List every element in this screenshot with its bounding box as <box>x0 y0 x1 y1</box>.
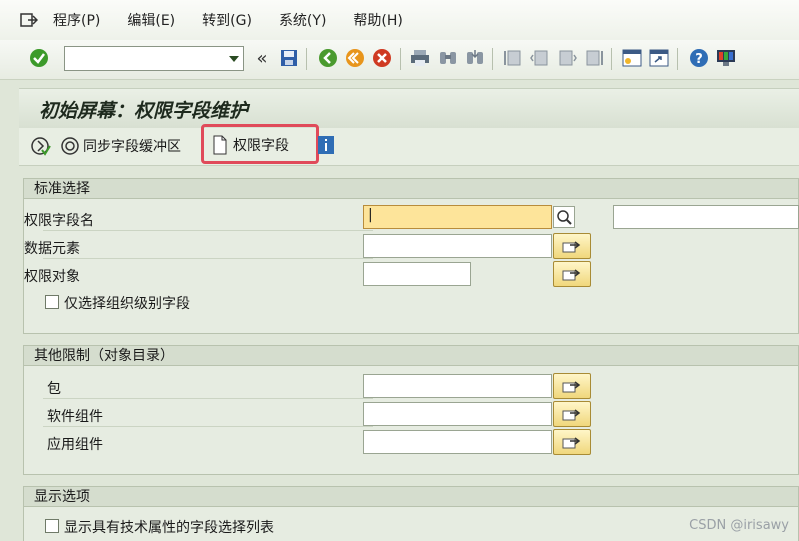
back-icon[interactable] <box>318 48 338 68</box>
multiple-selection-button[interactable] <box>553 429 591 455</box>
print-icon[interactable] <box>410 48 430 68</box>
multiple-selection-button[interactable] <box>553 373 591 399</box>
group-title: 标准选择 <box>24 179 798 199</box>
info-icon[interactable] <box>318 136 334 154</box>
last-page-icon[interactable] <box>584 48 604 68</box>
software-component-label: 软件组件 <box>47 409 103 425</box>
toolbar-separator <box>611 48 612 70</box>
auth-object-label: 权限对象 <box>24 269 80 285</box>
chevron-down-icon[interactable] <box>229 56 239 62</box>
svg-text:?: ? <box>695 52 703 67</box>
menu-edit[interactable]: 编辑(E) <box>127 10 175 30</box>
multiple-selection-button[interactable] <box>553 261 591 287</box>
toolbar-separator <box>306 48 307 70</box>
package-input[interactable] <box>363 374 552 398</box>
next-page-icon[interactable] <box>557 48 577 68</box>
new-session-icon[interactable] <box>622 48 642 68</box>
group-title: 显示选项 <box>24 487 798 507</box>
save-icon[interactable] <box>279 48 299 68</box>
auth-field-name-to-input[interactable] <box>613 205 799 229</box>
auth-field-name-input[interactable]: | <box>363 205 552 229</box>
auth-field-name-value: | <box>368 207 373 223</box>
help-icon[interactable]: ? <box>689 48 709 68</box>
row-separator <box>43 426 373 427</box>
watermark: CSDN @irisawy <box>689 518 789 533</box>
search-help-icon[interactable] <box>553 206 575 228</box>
toolbar-separator <box>677 48 678 70</box>
menu-system[interactable]: 系统(Y) <box>279 10 326 30</box>
execute-icon[interactable] <box>31 136 51 156</box>
arrow-right-icon <box>562 241 581 253</box>
arrow-right-icon <box>562 269 581 281</box>
collapse-command-button[interactable]: « <box>252 48 272 69</box>
highlight-annotation <box>201 124 319 164</box>
menu-goto[interactable]: 转到(G) <box>202 10 252 30</box>
data-element-label: 数据元素 <box>24 241 80 257</box>
application-component-label: 应用组件 <box>47 437 103 453</box>
software-component-input[interactable] <box>363 402 552 426</box>
first-page-icon[interactable] <box>503 48 523 68</box>
screen-title-bar: 初始屏幕：权限字段维护 <box>19 88 799 128</box>
tech-attrs-checkbox-label: 显示具有技术属性的字段选择列表 <box>64 520 274 536</box>
row-separator <box>43 258 373 259</box>
sync-buffer-label: 同步字段缓冲区 <box>83 139 181 155</box>
auth-object-input[interactable] <box>363 262 471 286</box>
menu-program[interactable]: 程序(P) <box>53 10 100 30</box>
package-label: 包 <box>47 381 61 397</box>
cancel-icon[interactable] <box>372 48 392 68</box>
auth-field-name-label: 权限字段名 <box>24 213 94 229</box>
multiple-selection-button[interactable] <box>553 401 591 427</box>
sync-buffer-button[interactable]: 同步字段缓冲区 <box>60 136 181 156</box>
find-icon[interactable] <box>438 48 458 68</box>
arrow-right-icon <box>562 381 581 393</box>
row-separator <box>43 398 373 399</box>
find-next-icon[interactable] <box>465 48 485 68</box>
command-field[interactable] <box>64 46 244 71</box>
arrow-right-icon <box>562 409 581 421</box>
toolbar-separator <box>400 48 401 70</box>
menu-exit-icon[interactable] <box>20 12 38 28</box>
org-level-checkbox[interactable] <box>45 295 59 309</box>
org-level-checkbox-label: 仅选择组织级别字段 <box>64 296 190 312</box>
menu-help[interactable]: 帮助(H) <box>353 10 402 30</box>
page-title: 初始屏幕：权限字段维护 <box>39 100 249 122</box>
shortcut-icon[interactable] <box>649 48 669 68</box>
previous-page-icon[interactable] <box>530 48 550 68</box>
customize-layout-icon[interactable] <box>716 48 736 68</box>
arrow-right-icon <box>562 437 581 449</box>
application-component-input[interactable] <box>363 430 552 454</box>
row-separator <box>43 230 373 231</box>
sync-icon <box>61 137 79 155</box>
menu-bar: 程序(P) 编辑(E) 转到(G) 系统(Y) 帮助(H) <box>0 0 799 40</box>
toolbar-separator <box>492 48 493 70</box>
data-element-input[interactable] <box>363 234 552 258</box>
tech-attrs-checkbox[interactable] <box>45 519 59 533</box>
exit-icon[interactable] <box>345 48 365 68</box>
group-title: 其他限制（对象目录） <box>24 346 798 366</box>
enter-check-icon[interactable] <box>29 48 49 68</box>
multiple-selection-button[interactable] <box>553 233 591 259</box>
